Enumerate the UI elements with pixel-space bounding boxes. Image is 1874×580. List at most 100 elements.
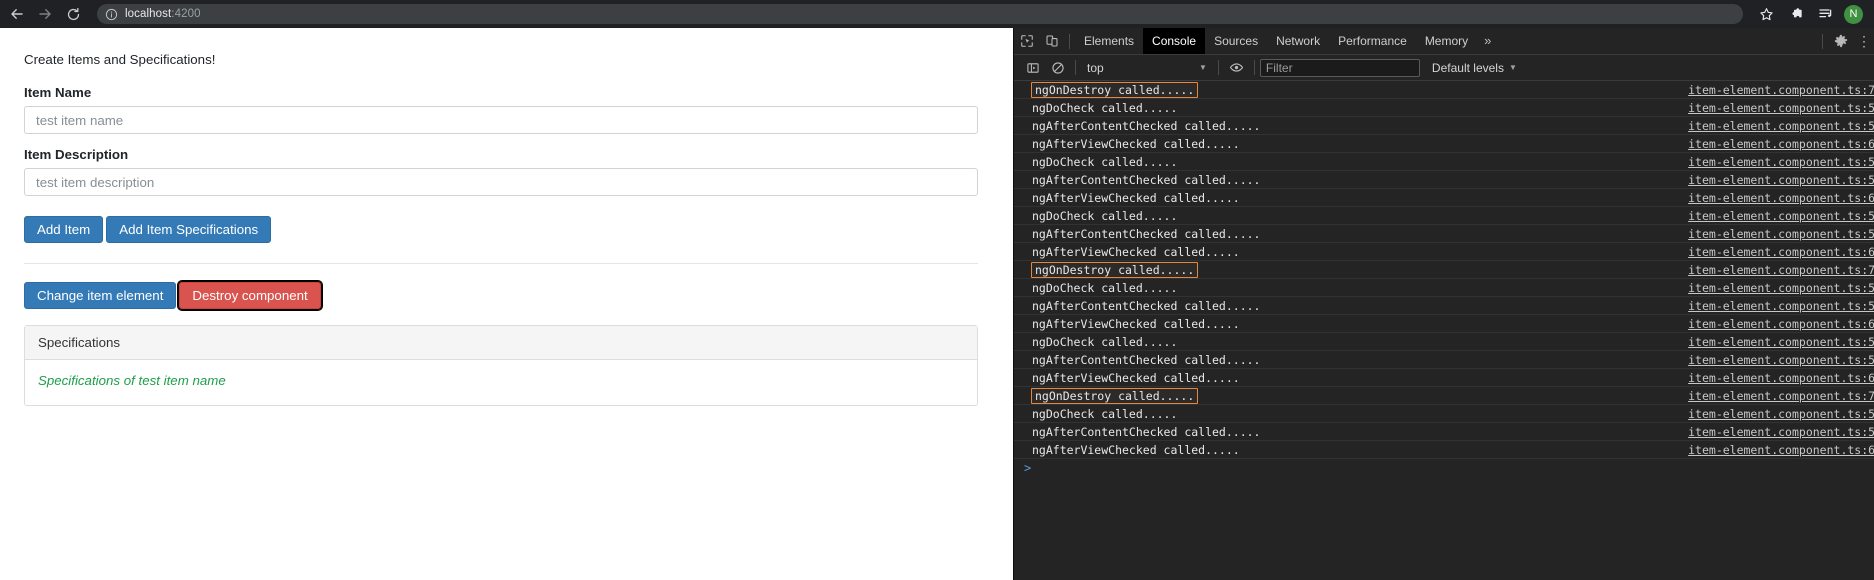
console-message-source-link[interactable]: item-element.component.ts:51 [1688,407,1874,421]
execution-context-dropdown[interactable]: top ▼ [1081,58,1213,77]
tab-network[interactable]: Network [1267,28,1329,54]
console-message-text: ngAfterContentChecked called..... [1032,352,1261,367]
console-message-row[interactable]: ngAfterViewChecked called..... item-eleme… [1014,189,1874,207]
console-message-row[interactable]: ngAfterContentChecked called..... item-el… [1014,423,1874,441]
console-message-source-link[interactable]: item-element.component.ts:51 [1688,335,1874,349]
console-message-text: ngDoCheck called..... [1032,280,1178,295]
console-message-source-link[interactable]: item-element.component.ts:51 [1688,101,1874,115]
tab-performance[interactable]: Performance [1329,28,1416,54]
item-description-input[interactable] [24,168,978,196]
console-message-source-link[interactable]: item-element.component.ts:67 [1688,137,1874,151]
console-message-source-link[interactable]: item-element.component.ts:59 [1688,353,1874,367]
console-message-row[interactable]: ngDoCheck called..... item-element.compon… [1014,207,1874,225]
section-divider [24,263,978,264]
more-tabs-button[interactable]: » [1477,28,1498,54]
forward-icon[interactable] [31,0,59,28]
console-message-list[interactable]: ngOnDestroy called..... item-element.comp… [1014,81,1874,580]
inspect-element-icon[interactable] [1014,28,1039,54]
console-message-source-link[interactable]: item-element.component.ts:51 [1688,281,1874,295]
item-name-input[interactable] [24,106,978,134]
tab-console[interactable]: Console [1143,28,1206,54]
console-sidebar-icon[interactable] [1020,55,1045,81]
page-title: Create Items and Specifications! [24,52,216,67]
console-message-row[interactable]: ngAfterContentChecked called..... item-el… [1014,297,1874,315]
console-message-text: ngDoCheck called..... [1032,406,1178,421]
avatar[interactable]: N [1844,4,1863,24]
console-message-source-link[interactable]: item-element.component.ts:59 [1688,119,1874,133]
console-prompt[interactable]: > [1014,459,1874,477]
devtools-panel: Elements Console Sources Network Perform… [1013,28,1874,580]
console-message-text: ngAfterContentChecked called..... [1032,424,1261,439]
back-icon[interactable] [3,0,31,28]
console-message-row[interactable]: ngOnDestroy called..... item-element.comp… [1014,387,1874,405]
console-message-row[interactable]: ngOnDestroy called..... item-element.comp… [1014,81,1874,99]
console-message-source-link[interactable]: item-element.component.ts:67 [1688,443,1874,457]
puzzle-piece-icon[interactable] [1781,0,1811,28]
destroy-component-button[interactable]: Destroy component [177,280,323,311]
chevron-down-icon: ▼ [1199,63,1207,72]
specifications-panel-body: Specifications of test item name [25,360,977,405]
console-message-text: ngAfterViewChecked called..... [1032,190,1240,205]
star-icon[interactable] [1751,0,1781,28]
tab-elements[interactable]: Elements [1075,28,1143,54]
console-message-source-link[interactable]: item-element.component.ts:71 [1688,389,1874,403]
reload-icon[interactable] [59,0,87,28]
console-toolbar-divider-2 [1217,60,1219,75]
console-message-text: ngAfterViewChecked called..... [1032,442,1240,457]
console-message-text: ngAfterViewChecked called..... [1032,244,1240,259]
log-levels-dropdown[interactable]: Default levels ▼ [1432,61,1517,75]
console-message-row[interactable]: ngAfterViewChecked called..... item-eleme… [1014,441,1874,459]
chevron-down-icon-levels: ▼ [1508,63,1517,72]
console-message-row[interactable]: ngAfterViewChecked called..... item-eleme… [1014,315,1874,333]
console-message-source-link[interactable]: item-element.component.ts:67 [1688,317,1874,331]
console-message-row[interactable]: ngAfterContentChecked called..... item-el… [1014,117,1874,135]
console-message-source-link[interactable]: item-element.component.ts:59 [1688,299,1874,313]
console-message-source-link[interactable]: item-element.component.ts:59 [1688,227,1874,241]
add-item-specifications-button[interactable]: Add Item Specifications [106,216,272,243]
tab-sources[interactable]: Sources [1205,28,1267,54]
item-description-label: Item Description [24,147,129,162]
browser-actions: N [1751,0,1874,28]
console-message-row[interactable]: ngAfterViewChecked called..... item-eleme… [1014,369,1874,387]
console-message-source-link[interactable]: item-element.component.ts:59 [1688,425,1874,439]
change-item-element-button[interactable]: Change item element [24,282,177,309]
add-item-button[interactable]: Add Item [24,216,104,243]
live-expression-eye-icon[interactable] [1224,55,1249,81]
device-toolbar-icon[interactable] [1039,28,1064,54]
url-text: localhost:4200 [125,8,201,20]
console-message-source-link[interactable]: item-element.component.ts:59 [1688,173,1874,187]
tab-memory[interactable]: Memory [1416,28,1477,54]
console-message-row[interactable]: ngAfterContentChecked called..... item-el… [1014,351,1874,369]
media-list-icon[interactable] [1811,0,1841,28]
console-message-source-link[interactable]: item-element.component.ts:67 [1688,245,1874,259]
console-message-row[interactable]: ngDoCheck called..... item-element.compon… [1014,333,1874,351]
console-message-source-link[interactable]: item-element.component.ts:71 [1688,263,1874,277]
console-message-row[interactable]: ngAfterContentChecked called..... item-el… [1014,171,1874,189]
console-message-source-link[interactable]: item-element.component.ts:67 [1688,371,1874,385]
console-message-text: ngAfterViewChecked called..... [1032,136,1240,151]
console-message-source-link[interactable]: item-element.component.ts:51 [1688,155,1874,169]
console-message-text: ngDoCheck called..... [1032,208,1178,223]
console-message-row[interactable]: ngAfterContentChecked called..... item-el… [1014,225,1874,243]
console-message-source-link[interactable]: item-element.component.ts:71 [1688,83,1874,97]
console-message-text: ngAfterContentChecked called..... [1032,226,1261,241]
info-circle-icon[interactable] [105,8,118,21]
console-message-row[interactable]: ngAfterViewChecked called..... item-eleme… [1014,243,1874,261]
clear-console-icon[interactable] [1045,55,1070,81]
console-message-source-link[interactable]: item-element.component.ts:51 [1688,209,1874,223]
console-message-row[interactable]: ngOnDestroy called..... item-element.comp… [1014,261,1874,279]
console-message-row[interactable]: ngDoCheck called..... item-element.compon… [1014,279,1874,297]
console-message-row[interactable]: ngDoCheck called..... item-element.compon… [1014,405,1874,423]
component-buttons-row: Change item element Destroy component [24,280,979,311]
console-message-row[interactable]: ngAfterViewChecked called..... item-eleme… [1014,135,1874,153]
console-message-row[interactable]: ngDoCheck called..... item-element.compon… [1014,99,1874,117]
console-message-source-link[interactable]: item-element.component.ts:67 [1688,191,1874,205]
specifications-panel-header: Specifications [25,326,977,360]
devtools-tabbar: Elements Console Sources Network Perform… [1014,28,1874,55]
gear-icon[interactable] [1828,28,1854,54]
address-bar[interactable]: localhost:4200 [97,4,1743,24]
console-filter-input[interactable] [1259,58,1420,77]
kebab-menu-icon[interactable]: ⋮ [1854,28,1874,54]
browser-toolbar: localhost:4200 N [0,0,1874,28]
console-message-row[interactable]: ngDoCheck called..... item-element.compon… [1014,153,1874,171]
